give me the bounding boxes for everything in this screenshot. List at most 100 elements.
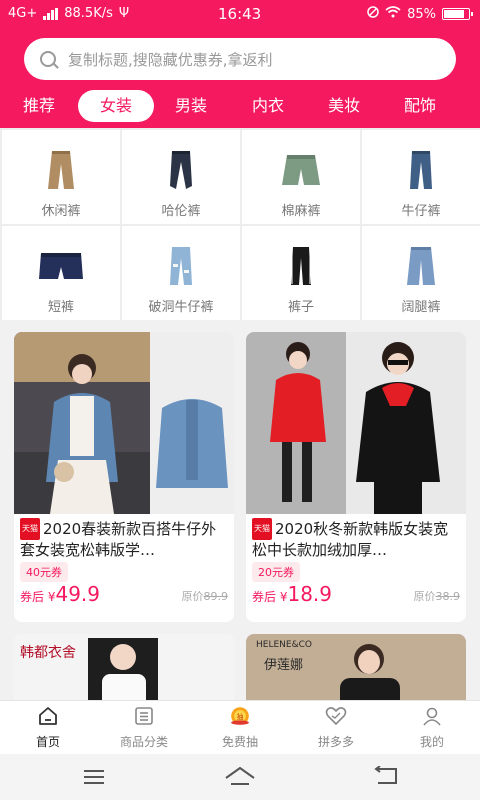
nav-label: 首页 [35, 735, 60, 749]
subcategory-label: 棉麻裤 [281, 204, 321, 219]
linen-pants-icon [271, 150, 331, 190]
subcategory-label: 阔腿裤 [401, 300, 441, 315]
product-card[interactable]: 天猫 2020春装新款百搭牛仔外套女装宽松韩版学… 40元券 券后 ¥49.9 原… [14, 332, 234, 622]
price-value: 49.9 [55, 582, 101, 606]
nav-free-lottery[interactable]: 抽 免费抽 [192, 705, 288, 750]
product-title: 天猫 2020秋冬新款韩版女装宽松中长款加绒加厚… [246, 514, 466, 558]
system-navigation-bar [0, 754, 480, 800]
product-image [246, 332, 466, 514]
original-price-label: 原价 [181, 590, 204, 603]
user-icon [421, 705, 443, 727]
nav-pinduoduo[interactable]: 拼多多 [288, 705, 384, 750]
search-icon [40, 51, 56, 67]
lottery-coin-icon: 抽 [229, 705, 251, 727]
model-blouse [102, 674, 146, 700]
search-bar[interactable]: 复制标题,搜隐藏优惠券,拿返利 [24, 38, 456, 80]
model-face [110, 644, 136, 670]
category-list-icon [133, 705, 155, 727]
tmall-badge: 天猫 [252, 518, 272, 540]
home-button-icon[interactable] [224, 766, 256, 790]
tab-accessories[interactable]: 配饰 [395, 90, 445, 122]
after-coupon-label: 券后 [20, 590, 45, 604]
subcategory-wide-leg-pants[interactable]: 阔腿裤 [362, 226, 480, 320]
brand-label: 伊莲娜 [264, 658, 304, 673]
nav-mine[interactable]: 我的 [384, 705, 480, 750]
product-image [14, 332, 234, 514]
subcategory-jeans[interactable]: 牛仔裤 [362, 130, 480, 224]
subcategory-label: 裤子 [287, 300, 314, 315]
menu-icon[interactable] [82, 768, 106, 790]
original-price-value: 89.9 [203, 590, 229, 603]
after-coupon-price: 券后 ¥18.9 [252, 582, 332, 606]
status-bar: 4G+ 88.5K/s Ψ 16:43 85% [0, 0, 480, 28]
tab-underwear[interactable]: 内衣 [243, 90, 293, 122]
category-tabs: 推荐 女装 男装 内衣 美妆 配饰 [0, 90, 480, 124]
tab-beauty[interactable]: 美妆 [319, 90, 369, 122]
back-icon[interactable] [374, 765, 400, 790]
battery-icon [442, 8, 473, 20]
subcategory-label: 破洞牛仔裤 [148, 300, 214, 315]
tab-recommend[interactable]: 推荐 [14, 90, 64, 122]
nav-label: 免费抽 [221, 735, 258, 749]
price-row: 券后 ¥18.9 原价38.9 [246, 582, 466, 612]
coupon-badge: 20元券 [252, 562, 300, 582]
clock: 16:43 [218, 5, 262, 23]
after-coupon-label: 券后 [252, 590, 277, 604]
subcategory-linen-pants[interactable]: 棉麻裤 [242, 130, 360, 224]
subcategory-casual-pants[interactable]: 休闲裤 [2, 130, 120, 224]
wifi-icon [385, 6, 401, 22]
harem-pants-icon [151, 150, 211, 190]
nav-label: 商品分类 [119, 735, 168, 749]
subcategory-harem-pants[interactable]: 哈伦裤 [122, 130, 240, 224]
product-title-text: 2020春装新款百搭牛仔外套女装宽松韩版学… [20, 520, 217, 558]
trousers-icon [271, 246, 331, 286]
original-price: 原价38.9 [414, 588, 461, 604]
product-title: 天猫 2020春装新款百搭牛仔外套女装宽松韩版学… [14, 514, 234, 558]
subcategory-grid: 休闲裤 哈伦裤 棉麻裤 牛仔裤 短裤 破洞牛仔裤 裤子 阔腿裤 [0, 128, 480, 320]
pinduoduo-heart-icon [325, 705, 347, 727]
nav-label: 拼多多 [317, 735, 354, 749]
product-title-text: 2020秋冬新款韩版女装宽松中长款加绒加厚… [252, 520, 449, 558]
wide-leg-pants-icon [391, 246, 451, 286]
model-face [358, 650, 380, 674]
brand-label: 韩都衣舍 [20, 645, 76, 661]
price-row: 券后 ¥49.9 原价89.9 [14, 582, 234, 612]
subcategory-ripped-jeans[interactable]: 破洞牛仔裤 [122, 226, 240, 320]
network-speed: 88.5K/s [64, 6, 113, 21]
original-price: 原价89.9 [182, 588, 229, 604]
subcategory-label: 休闲裤 [41, 204, 81, 219]
subcategory-trousers[interactable]: 裤子 [242, 226, 360, 320]
battery-percent: 85% [407, 6, 436, 22]
shorts-icon [31, 246, 91, 286]
network-type: 4G+ [8, 6, 38, 21]
subcategory-label: 牛仔裤 [401, 204, 441, 219]
jeans-icon [391, 150, 451, 190]
subcategory-shorts[interactable]: 短裤 [2, 226, 120, 320]
product-card[interactable]: 韩都衣舍 [14, 634, 234, 700]
original-price-value: 38.9 [435, 590, 461, 603]
home-icon [37, 705, 59, 727]
subcategory-label: 哈伦裤 [161, 204, 201, 219]
original-price-label: 原价 [413, 590, 436, 603]
casual-pants-icon [31, 150, 91, 190]
svg-text:抽: 抽 [237, 712, 244, 721]
nav-home[interactable]: 首页 [0, 705, 96, 750]
after-coupon-price: 券后 ¥49.9 [20, 582, 100, 606]
subcategory-label: 短裤 [47, 300, 74, 315]
tab-womens-wear[interactable]: 女装 [78, 90, 154, 122]
coupon-badge: 40元券 [20, 562, 68, 582]
product-card[interactable]: HELENE&CO 伊莲娜 [246, 634, 466, 700]
ripped-jeans-icon [151, 246, 211, 286]
nav-categories[interactable]: 商品分类 [96, 705, 192, 750]
usb-icon: Ψ [118, 6, 130, 21]
product-card[interactable]: 天猫 2020秋冬新款韩版女装宽松中长款加绒加厚… 20元券 券后 ¥18.9 原… [246, 332, 466, 622]
nav-label: 我的 [419, 735, 444, 749]
model-top [340, 678, 400, 700]
bottom-navigation: 首页 商品分类 抽 免费抽 拼多多 我的 [0, 700, 480, 754]
alarm-icon [367, 6, 379, 22]
search-placeholder: 复制标题,搜隐藏优惠券,拿返利 [68, 50, 273, 69]
tab-mens-wear[interactable]: 男装 [166, 90, 216, 122]
brand-english-label: HELENE&CO [256, 640, 312, 650]
signal-icon [43, 7, 59, 20]
price-value: 18.9 [287, 582, 333, 606]
